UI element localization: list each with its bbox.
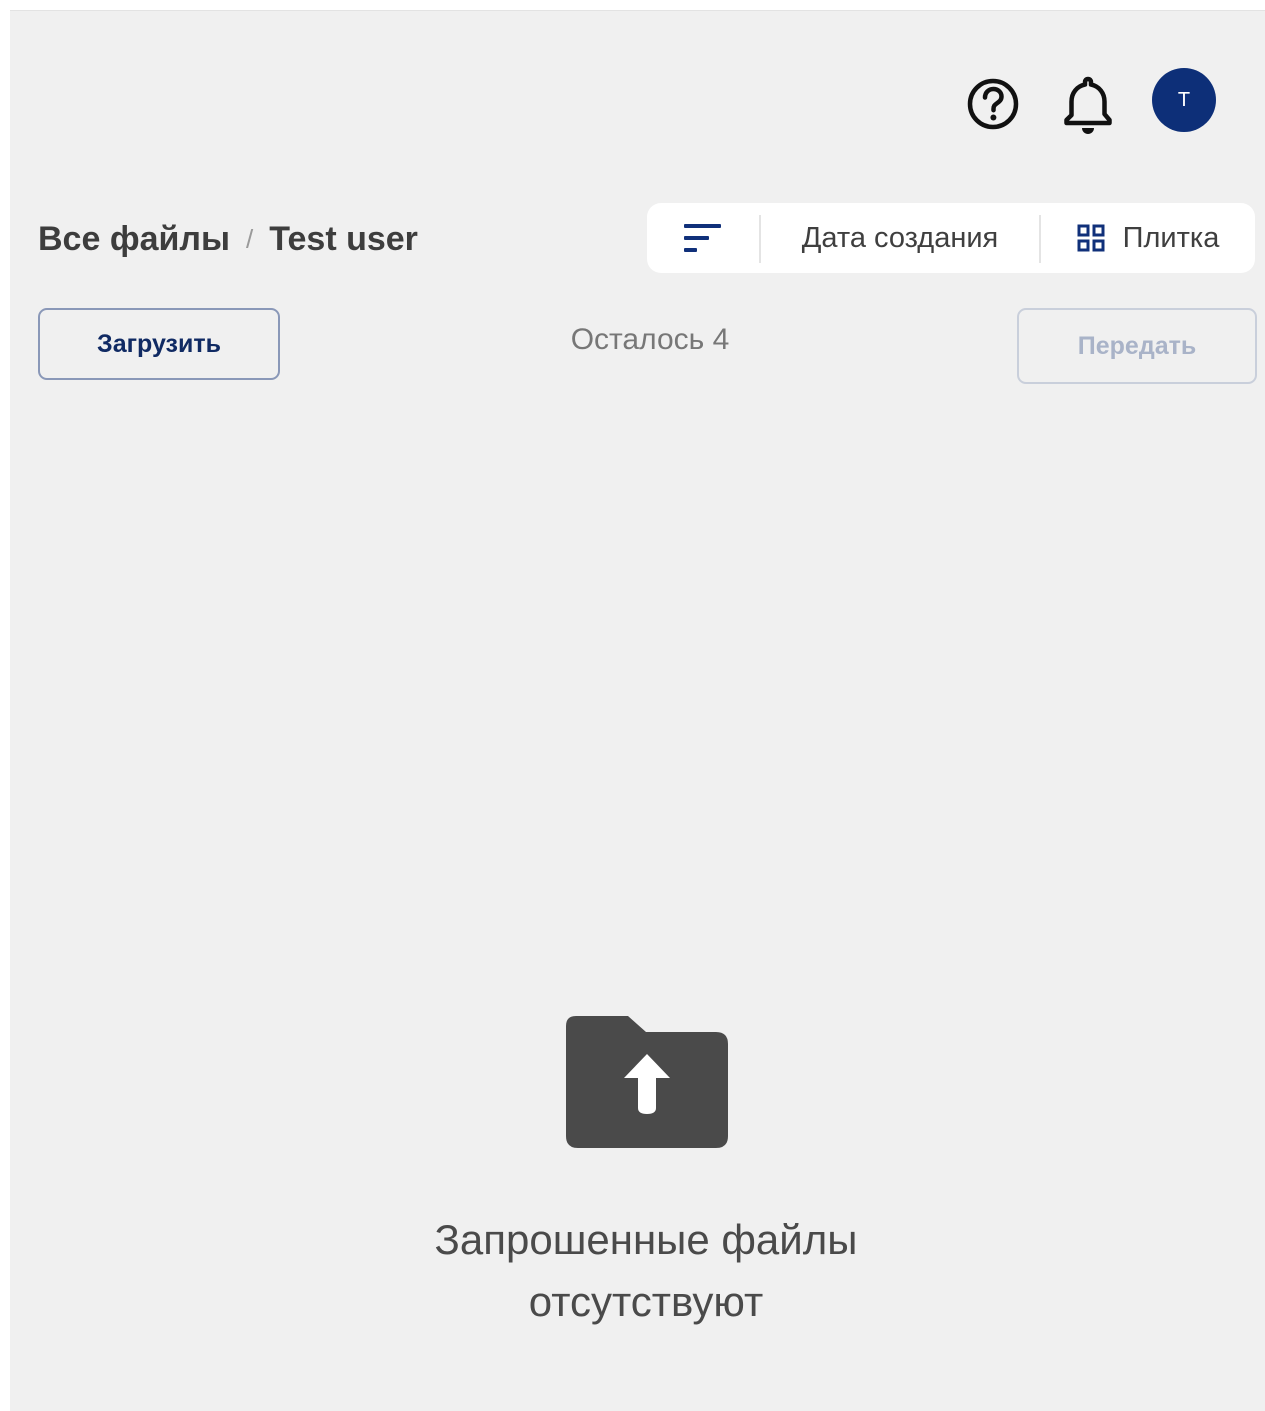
transfer-button[interactable]: Передать bbox=[1017, 308, 1257, 384]
breadcrumb: Все файлы / Test user bbox=[38, 214, 418, 264]
sort-direction-button[interactable] bbox=[647, 203, 759, 273]
empty-state-line-2: отсутствуют bbox=[528, 1278, 764, 1325]
remaining-count: Осталось 4 bbox=[570, 323, 730, 356]
help-icon[interactable] bbox=[965, 76, 1021, 132]
sort-field-select[interactable]: Дата создания bbox=[761, 203, 1039, 273]
empty-state-message: Запрошенные файлы отсутствуют bbox=[296, 1209, 996, 1333]
bell-icon[interactable] bbox=[1058, 73, 1118, 137]
sort-field-label: Дата создания bbox=[801, 221, 999, 254]
sort-icon bbox=[684, 224, 721, 252]
breadcrumb-separator: / bbox=[246, 223, 254, 254]
breadcrumb-current: Test user bbox=[269, 219, 418, 258]
folder-upload-icon bbox=[566, 1016, 728, 1148]
user-avatar[interactable]: T bbox=[1152, 68, 1216, 132]
grid-icon bbox=[1077, 224, 1105, 252]
sort-view-toolbar: Дата создания Плитка bbox=[647, 203, 1255, 273]
view-mode-button[interactable]: Плитка bbox=[1041, 203, 1255, 273]
view-mode-label: Плитка bbox=[1122, 221, 1220, 254]
breadcrumb-root-link[interactable]: Все файлы bbox=[38, 220, 230, 259]
empty-state-line-1: Запрошенные файлы bbox=[434, 1216, 858, 1263]
upload-button[interactable]: Загрузить bbox=[38, 308, 280, 380]
avatar-initial: T bbox=[1177, 88, 1191, 111]
file-manager-page: T Все файлы / Test user Дата создания Пл… bbox=[10, 10, 1265, 1411]
